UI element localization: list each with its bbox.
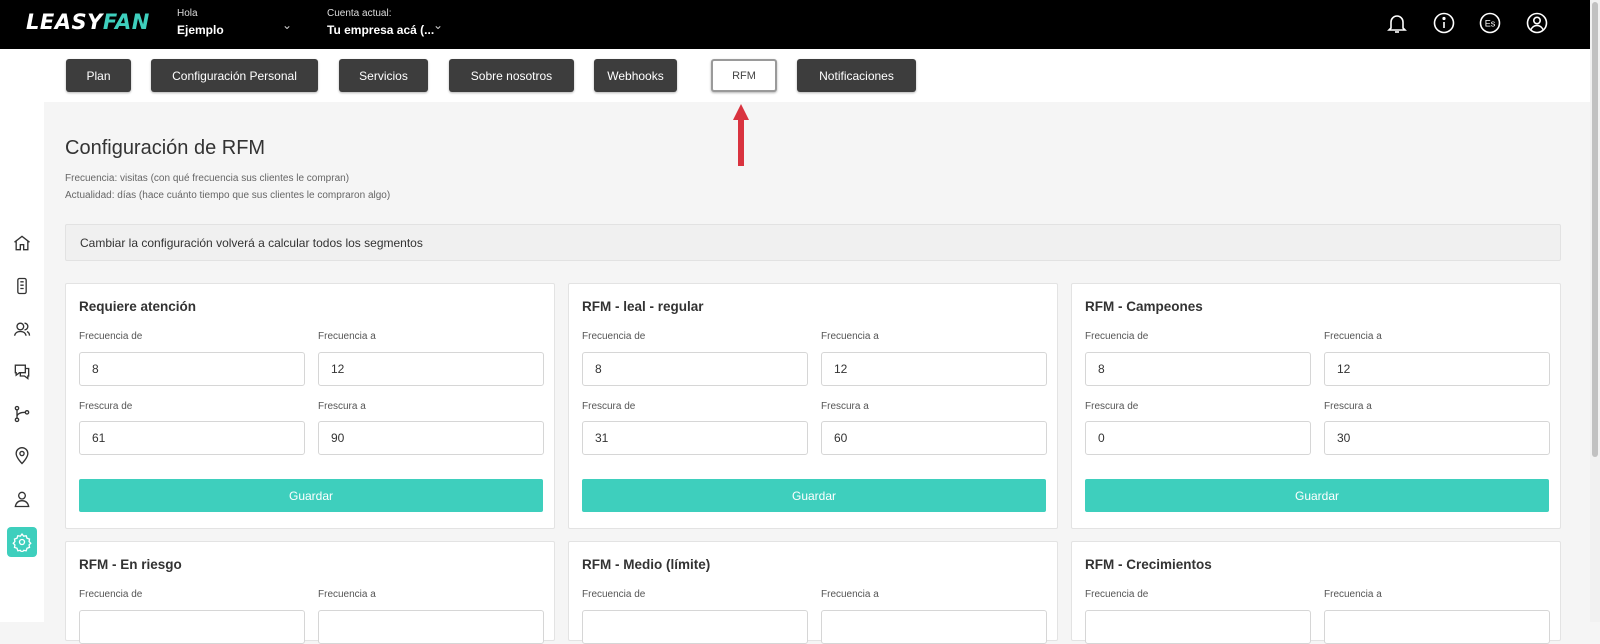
recency-description: Actualidad: días (hace cuánto tiempo que… <box>65 190 391 201</box>
frequency-description: Frecuencia: visitas (con qué frecuencia … <box>65 173 350 184</box>
flow-icon[interactable] <box>7 399 37 429</box>
recalculate-notice: Cambiar la configuración volverá a calcu… <box>65 224 1561 261</box>
chevron-down-icon: ⌄ <box>433 18 444 32</box>
freshness-from-label: Frescura de <box>582 401 636 412</box>
frequency-to-label: Frecuencia a <box>318 589 376 600</box>
freshness-to-label: Frescura a <box>1324 401 1372 412</box>
notice-text: Cambiar la configuración volverá a calcu… <box>80 235 423 250</box>
chat-icon[interactable] <box>7 356 37 386</box>
frequency-from-input[interactable] <box>1085 610 1311 644</box>
logo-text-left: LEASY <box>26 10 103 34</box>
freshness-from-label: Frescura de <box>1085 401 1139 412</box>
tab-configuracion-personal[interactable]: Configuración Personal <box>151 59 318 92</box>
tab-notificaciones[interactable]: Notificaciones <box>797 59 916 92</box>
logo[interactable]: LEASYFAN <box>26 10 150 34</box>
tab-webhooks[interactable]: Webhooks <box>594 59 677 92</box>
tab-sobre-nosotros[interactable]: Sobre nosotros <box>449 59 574 92</box>
frequency-to-input[interactable] <box>318 610 544 644</box>
language-icon[interactable]: Es <box>1478 11 1502 35</box>
frequency-to-label: Frecuencia a <box>821 331 879 342</box>
greeting-user: Ejemplo <box>177 23 224 37</box>
language-code: Es <box>1485 19 1496 29</box>
arrow-up-icon <box>733 104 749 166</box>
account-value: Tu empresa acá (... <box>327 23 435 37</box>
greeting-caption: Hola <box>177 8 198 19</box>
frequency-to-label: Frecuencia a <box>821 589 879 600</box>
home-icon[interactable] <box>7 228 37 258</box>
freshness-from-input[interactable] <box>1085 421 1311 455</box>
frequency-from-label: Frecuencia de <box>79 331 143 342</box>
freshness-to-input[interactable] <box>1324 421 1550 455</box>
tab-servicios[interactable]: Servicios <box>339 59 428 92</box>
card-title: RFM - Medio (límite) <box>582 557 711 572</box>
card-title: RFM - leal - regular <box>582 299 704 314</box>
frequency-from-input[interactable] <box>582 610 808 644</box>
user-icon[interactable] <box>1525 11 1549 35</box>
contact-icon[interactable] <box>7 484 37 514</box>
frequency-from-input[interactable] <box>79 352 305 386</box>
rfm-card: Requiere atención Frecuencia de Frecuenc… <box>65 283 555 529</box>
tab-plan[interactable]: Plan <box>66 59 131 92</box>
device-icon[interactable] <box>7 271 37 301</box>
frequency-from-label: Frecuencia de <box>582 331 646 342</box>
settings-icon[interactable] <box>7 527 37 557</box>
vertical-scrollbar[interactable] <box>1590 0 1600 622</box>
info-icon[interactable] <box>1432 11 1456 35</box>
freshness-to-label: Frescura a <box>318 401 366 412</box>
top-bar: LEASYFAN Hola Ejemplo ⌄ Cuenta actual: T… <box>0 0 1590 49</box>
bell-icon[interactable] <box>1385 11 1409 35</box>
save-button[interactable]: Guardar <box>1085 479 1549 512</box>
rfm-card: RFM - En riesgo Frecuencia de Frecuencia… <box>65 541 555 644</box>
freshness-from-input[interactable] <box>582 421 808 455</box>
frequency-from-label: Frecuencia de <box>79 589 143 600</box>
rfm-card: RFM - leal - regular Frecuencia de Frecu… <box>568 283 1058 529</box>
rfm-card: RFM - Crecimientos Frecuencia de Frecuen… <box>1071 541 1561 644</box>
frequency-to-label: Frecuencia a <box>1324 589 1382 600</box>
frequency-from-label: Frecuencia de <box>1085 331 1149 342</box>
frequency-to-label: Frecuencia a <box>1324 331 1382 342</box>
page-title: Configuración de RFM <box>65 137 266 159</box>
save-button[interactable]: Guardar <box>582 479 1046 512</box>
account-caption: Cuenta actual: <box>327 8 392 19</box>
frequency-to-input[interactable] <box>318 352 544 386</box>
frequency-from-label: Frecuencia de <box>582 589 646 600</box>
scrollbar-thumb[interactable] <box>1592 2 1598 457</box>
frequency-to-label: Frecuencia a <box>318 331 376 342</box>
card-title: RFM - Campeones <box>1085 299 1203 314</box>
card-title: RFM - Crecimientos <box>1085 557 1212 572</box>
frequency-from-label: Frecuencia de <box>1085 589 1149 600</box>
rfm-card: RFM - Medio (límite) Frecuencia de Frecu… <box>568 541 1058 644</box>
users-icon[interactable] <box>7 314 37 344</box>
user-selector[interactable]: Hola Ejemplo ⌄ <box>177 8 292 37</box>
freshness-from-input[interactable] <box>79 421 305 455</box>
frequency-to-input[interactable] <box>1324 610 1550 644</box>
chevron-down-icon: ⌄ <box>282 18 293 32</box>
tab-rfm[interactable]: RFM <box>711 59 777 92</box>
frequency-from-input[interactable] <box>582 352 808 386</box>
frequency-to-input[interactable] <box>1324 352 1550 386</box>
frequency-from-input[interactable] <box>79 610 305 644</box>
freshness-from-label: Frescura de <box>79 401 133 412</box>
freshness-to-label: Frescura a <box>821 401 869 412</box>
card-title: Requiere atención <box>79 299 197 314</box>
frequency-from-input[interactable] <box>1085 352 1311 386</box>
freshness-to-input[interactable] <box>318 421 544 455</box>
rfm-card: RFM - Campeones Frecuencia de Frecuencia… <box>1071 283 1561 529</box>
save-button[interactable]: Guardar <box>79 479 543 512</box>
sidebar <box>0 49 44 622</box>
frequency-to-input[interactable] <box>821 352 1047 386</box>
freshness-to-input[interactable] <box>821 421 1047 455</box>
frequency-to-input[interactable] <box>821 610 1047 644</box>
card-title: RFM - En riesgo <box>79 557 182 572</box>
location-icon[interactable] <box>7 441 37 471</box>
logo-text-right: FAN <box>102 10 150 34</box>
account-selector[interactable]: Cuenta actual: Tu empresa acá (... ⌄ <box>327 8 443 37</box>
